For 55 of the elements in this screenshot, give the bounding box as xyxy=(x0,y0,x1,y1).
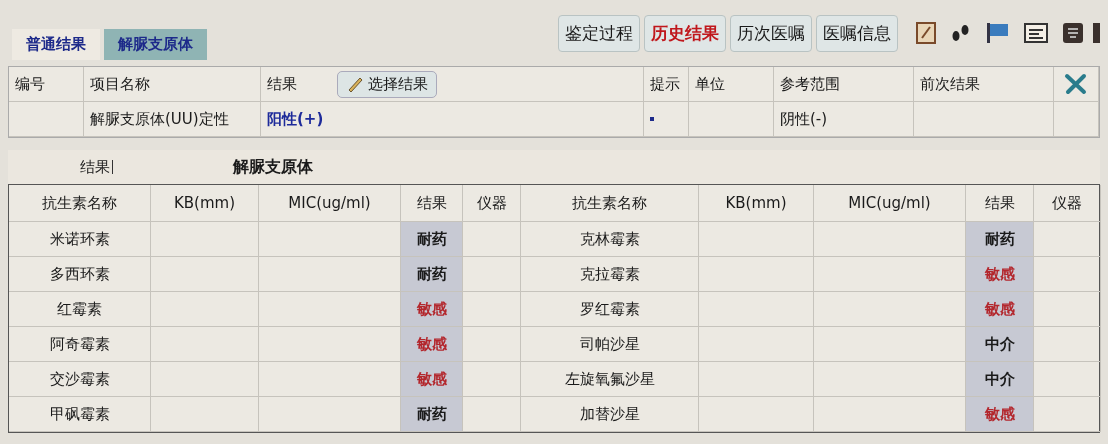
table-cell: 敏感 xyxy=(966,257,1034,292)
table-cell: 耐药 xyxy=(401,397,463,432)
table-cell: 解脲支原体(UU)定性 xyxy=(84,102,261,137)
result-tab[interactable]: 解脲支原体 xyxy=(104,29,207,60)
column-header: 抗生素名称 xyxy=(9,185,151,222)
column-header: MIC(ug/ml) xyxy=(814,185,966,222)
column-header: 参考范围 xyxy=(774,67,914,102)
table-cell: 交沙霉素 xyxy=(9,362,151,397)
toolbar-button[interactable]: 历次医嘱 xyxy=(730,14,812,52)
column-header: 单位 xyxy=(689,67,774,102)
text-cursor-icon xyxy=(112,160,113,174)
table-cell: 阳性(+) xyxy=(261,102,644,137)
toolbar-button[interactable]: 历史结果 xyxy=(644,14,726,52)
table-cell: 司帕沙星 xyxy=(521,327,699,362)
table-cell: 左旋氧氟沙星 xyxy=(521,362,699,397)
result-tab[interactable]: 普通结果 xyxy=(12,29,100,60)
notepad-icon[interactable] xyxy=(916,22,936,44)
table-cell: 耐药 xyxy=(401,257,463,292)
column-header: 前次结果 xyxy=(914,67,1054,102)
column-header: 提示 xyxy=(644,67,689,102)
column-header: 仪器 xyxy=(463,185,521,222)
table-cell: 甲砜霉素 xyxy=(9,397,151,432)
table-cell: 加替沙星 xyxy=(521,397,699,432)
organism-name: 解脲支原体 xyxy=(233,156,313,178)
table-cell: 敏感 xyxy=(401,362,463,397)
pencil-icon xyxy=(346,75,364,93)
table-cell: 米诺环素 xyxy=(9,222,151,257)
column-header: KB(mm) xyxy=(151,185,259,222)
column-header: 仪器 xyxy=(1034,185,1101,222)
toolbar-button[interactable]: 医嘱信息 xyxy=(816,14,898,52)
table-cell: 中介 xyxy=(966,327,1034,362)
column-header: 项目名称 xyxy=(84,67,261,102)
column-header: 抗生素名称 xyxy=(521,185,699,222)
select-result-button[interactable]: 选择结果 xyxy=(337,70,437,98)
table-cell: 克拉霉素 xyxy=(521,257,699,292)
table-cell: 阿奇霉素 xyxy=(9,327,151,362)
table-cell: 中介 xyxy=(966,362,1034,397)
column-header: MIC(ug/ml) xyxy=(259,185,401,222)
table-cell: 多西环素 xyxy=(9,257,151,292)
column-header: 结果 xyxy=(267,74,297,94)
table-cell: 敏感 xyxy=(401,292,463,327)
result-label: 结果 xyxy=(80,157,110,177)
table-cell: 罗红霉素 xyxy=(521,292,699,327)
toolbar-button[interactable]: 鉴定过程 xyxy=(558,14,640,52)
table-cell: 耐药 xyxy=(966,222,1034,257)
table-cell: 敏感 xyxy=(966,397,1034,432)
table-cell: 耐药 xyxy=(401,222,463,257)
table-cell: 红霉素 xyxy=(9,292,151,327)
column-header: 编号 xyxy=(9,67,84,102)
table-cell: 阴性(-) xyxy=(774,102,914,137)
flag-icon[interactable] xyxy=(986,22,1010,44)
column-header: KB(mm) xyxy=(699,185,814,222)
table-cell: 敏感 xyxy=(401,327,463,362)
table-cell: 敏感 xyxy=(966,292,1034,327)
table-cell: 克林霉素 xyxy=(521,222,699,257)
